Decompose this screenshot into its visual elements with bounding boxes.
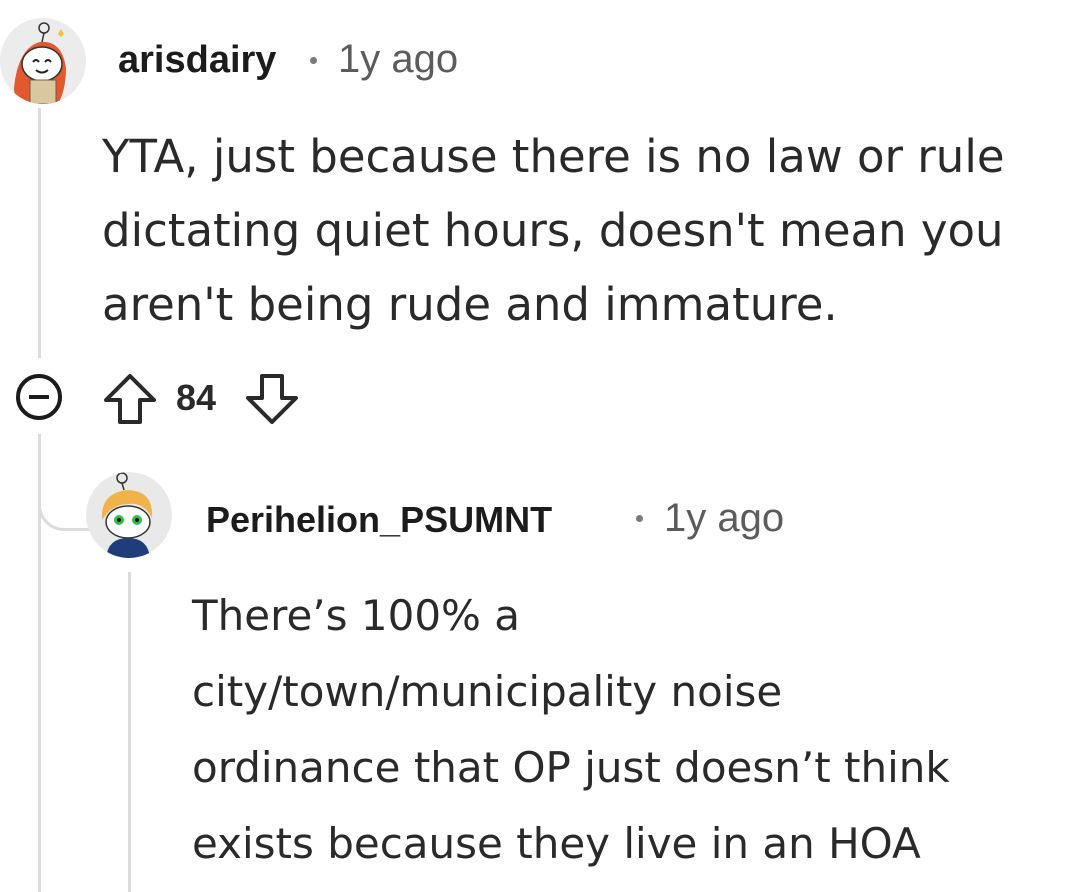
reply-body-line: There’s 100% a — [192, 591, 521, 640]
comment-body-line: YTA, just because there is no law or rul… — [102, 130, 1005, 183]
comment-body: YTA, just because there is no law or rul… — [102, 120, 1005, 342]
reply-thread-line — [128, 572, 131, 892]
downvote-arrow-icon[interactable] — [242, 368, 302, 428]
reply-body: There’s 100% a city/town/municipality no… — [192, 578, 950, 882]
upvote-arrow-icon[interactable] — [100, 368, 160, 428]
meta-separator-dot — [310, 57, 317, 64]
reply-body-line: exists because they live in an HOA — [192, 819, 921, 868]
comment-age: 1y ago — [338, 37, 459, 81]
thread-line-top — [38, 108, 41, 358]
meta-separator-dot — [636, 515, 643, 522]
reply-author[interactable]: Perihelion_PSUMNT — [206, 499, 552, 541]
thread-branch-curve — [38, 460, 93, 531]
collapse-minus-icon[interactable] — [12, 370, 66, 424]
comment-body-line: dictating quiet hours, doesn't mean you — [102, 204, 1004, 257]
vote-count: 84 — [176, 377, 217, 418]
reply-body-line: ordinance that OP just doesn’t think — [192, 743, 950, 792]
comment-body-line: aren't being rude and immature. — [102, 278, 838, 331]
snoo-avatar-blonde-icon[interactable] — [86, 472, 172, 558]
reply-age: 1y ago — [664, 496, 785, 540]
comment-author[interactable]: arisdairy — [118, 39, 276, 82]
snoo-avatar-redhead-icon[interactable] — [0, 18, 86, 104]
reply-body-line: city/town/municipality noise — [192, 667, 783, 716]
